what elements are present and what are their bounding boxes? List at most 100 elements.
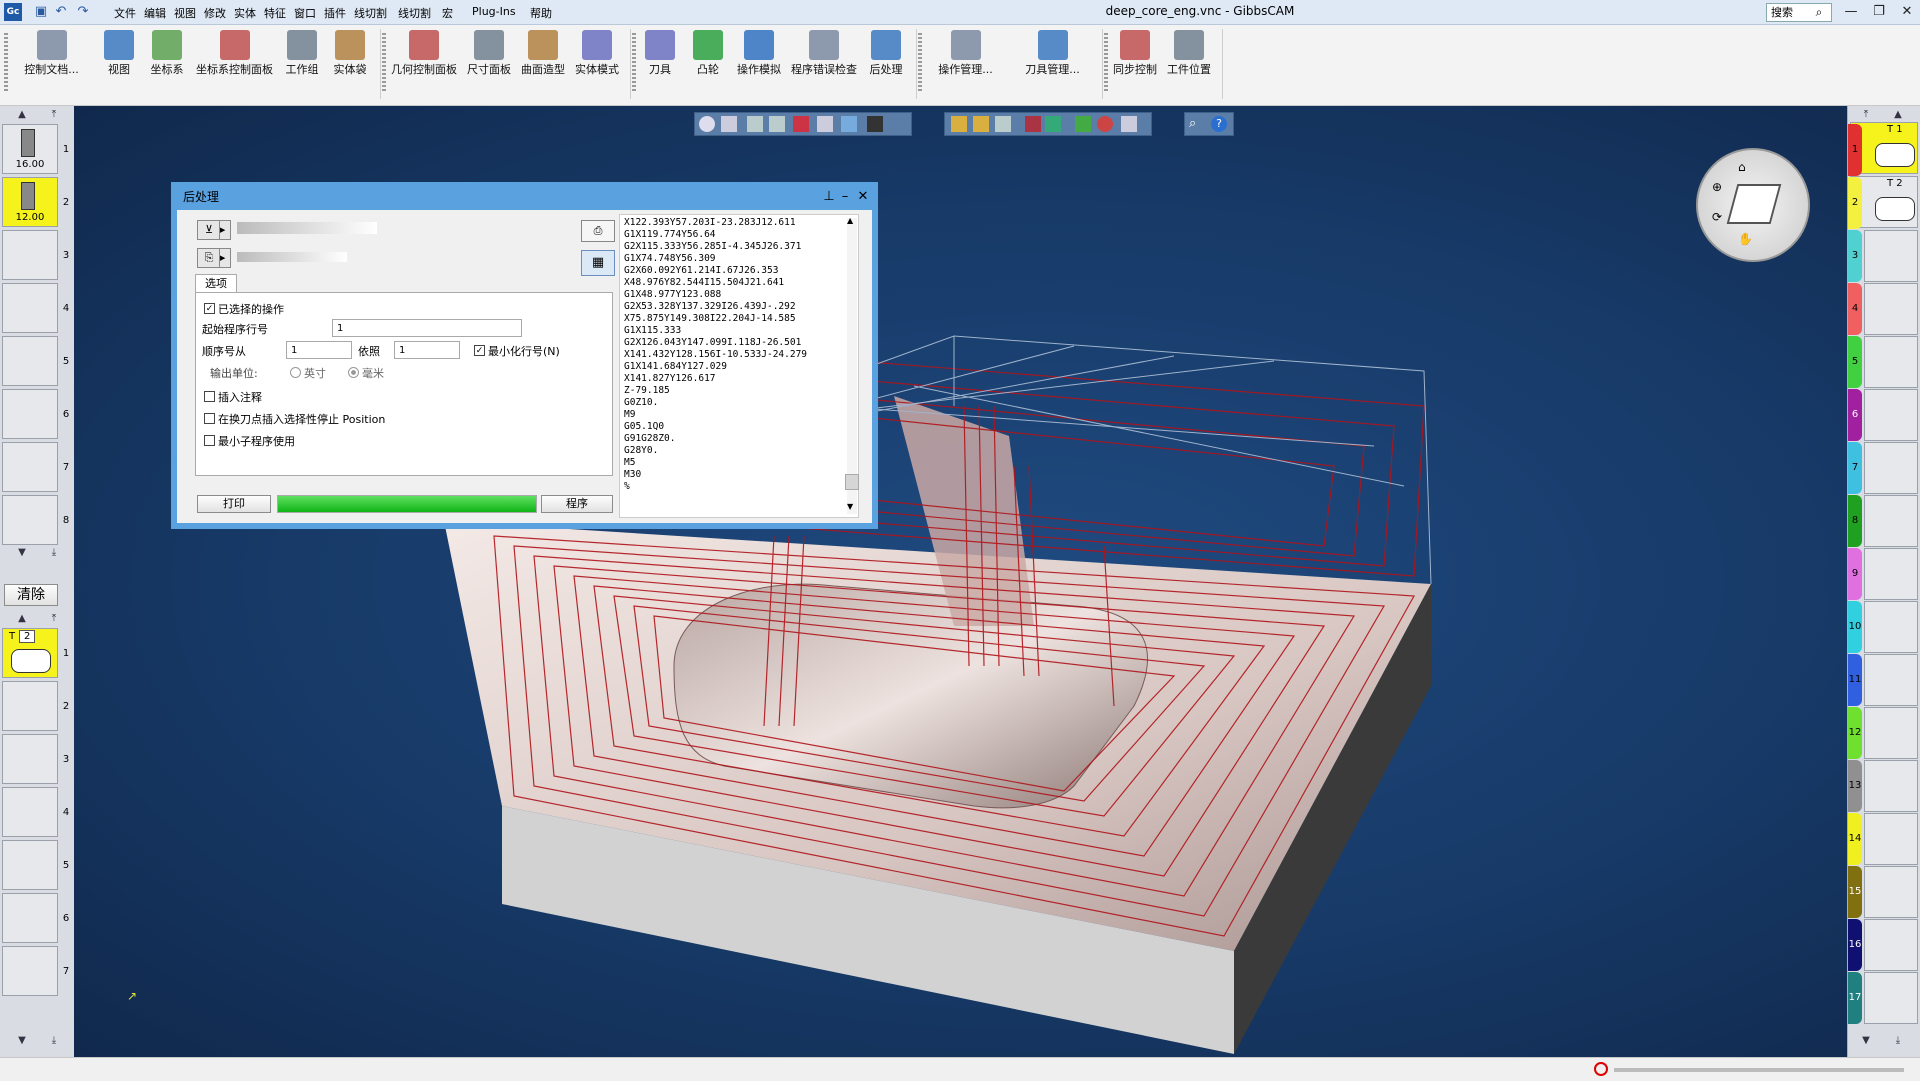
seq-from-input[interactable]: 1: [286, 341, 352, 359]
menu-item-7[interactable]: 窗口: [294, 5, 316, 21]
op-slot-1[interactable]: T 2: [2, 628, 58, 678]
minimize-window-icon[interactable]: —: [1836, 2, 1866, 22]
ribbon-tool-button[interactable]: 刀具: [638, 28, 682, 102]
pin-icon[interactable]: ⊥: [821, 188, 837, 206]
menu-item-4[interactable]: 修改: [204, 5, 226, 21]
tool-tab-4[interactable]: 4: [1848, 283, 1862, 335]
post-file-menu-icon[interactable]: ▶: [219, 220, 231, 240]
nc-scroll-down-icon[interactable]: ▼: [847, 502, 853, 511]
mm-radio[interactable]: [348, 367, 359, 378]
tool-tab-8[interactable]: 8: [1848, 495, 1862, 547]
scroll-bottom-icon[interactable]: ⤓: [40, 546, 68, 560]
tool-tab-15[interactable]: 15: [1848, 866, 1862, 918]
tool-slot-empty[interactable]: [1864, 866, 1918, 918]
tool-tab-6[interactable]: 6: [1848, 389, 1862, 441]
optional-stop-checkbox[interactable]: [204, 413, 215, 424]
tool-slot-empty[interactable]: [1864, 548, 1918, 600]
clear-button[interactable]: 清除: [4, 584, 58, 606]
close-dialog-icon[interactable]: ✕: [855, 188, 871, 206]
inch-radio[interactable]: [290, 367, 301, 378]
print-button[interactable]: 打印: [197, 495, 271, 513]
tool-slot-empty[interactable]: [1864, 972, 1918, 1024]
search-icon[interactable]: ⌕: [1810, 3, 1828, 21]
tool-tab-13[interactable]: 13: [1848, 760, 1862, 812]
tool-tab-7[interactable]: 7: [1848, 442, 1862, 494]
tool-tab-9[interactable]: 9: [1848, 548, 1862, 600]
tool-slot-8[interactable]: [2, 495, 58, 545]
op-slot-7[interactable]: [2, 946, 58, 996]
menu-item-1[interactable]: 文件: [114, 5, 136, 21]
tool-slot-empty[interactable]: [1864, 389, 1918, 441]
tab-options[interactable]: 选项: [195, 274, 237, 293]
nc-scrollbar[interactable]: ▲ ▼: [845, 216, 859, 514]
min-subprogram-checkbox[interactable]: [204, 435, 215, 446]
scroll-down-icon[interactable]: ▼: [8, 546, 36, 560]
ribbon-solid-mode-button[interactable]: 实体模式: [572, 28, 622, 102]
undo-icon[interactable]: ↶: [52, 3, 70, 21]
ribbon-workpiece-button[interactable]: 工件位置: [1164, 28, 1214, 102]
tool-slot-empty[interactable]: [1864, 760, 1918, 812]
ribbon-solids-bag-button[interactable]: 实体袋: [328, 28, 372, 102]
ops-scroll-top-icon[interactable]: ⤒: [40, 612, 68, 626]
tool-slot-empty[interactable]: [1864, 230, 1918, 282]
ribbon-sync-button[interactable]: 同步控制: [1110, 28, 1160, 102]
tool-slot-empty[interactable]: [1864, 654, 1918, 706]
tool-slot-empty[interactable]: [1864, 283, 1918, 335]
op-slot-4[interactable]: [2, 787, 58, 837]
tool-tab-1[interactable]: 1: [1848, 124, 1862, 176]
app-icon[interactable]: Gc: [4, 3, 22, 21]
nc-code-output[interactable]: X122.393Y57.203I-23.283J12.611 G1X119.77…: [619, 214, 859, 518]
ribbon-geometry-panel-button[interactable]: 几何控制面板: [388, 28, 460, 102]
ribbon-check-button[interactable]: 程序错误检查: [788, 28, 860, 102]
ribbon-group-grip[interactable]: [4, 33, 8, 93]
tool-slot-empty[interactable]: [1864, 601, 1918, 653]
tool-slot-empty[interactable]: [1864, 919, 1918, 971]
post-file-icon[interactable]: ⊻: [197, 220, 221, 240]
nc-scroll-thumb[interactable]: [845, 474, 859, 490]
ribbon-group-grip[interactable]: [918, 33, 922, 93]
menu-item-5[interactable]: 实体: [234, 5, 256, 21]
tool-slot-1[interactable]: 16.00: [2, 124, 58, 174]
output-file-menu-icon[interactable]: ▶: [219, 248, 231, 268]
menu-item-2[interactable]: 编辑: [144, 5, 166, 21]
menu-item-8[interactable]: 插件: [324, 5, 346, 21]
minimize-line-checkbox[interactable]: ✓: [474, 345, 485, 356]
output-file-icon[interactable]: ⎘: [197, 248, 221, 268]
right-scroll-top-icon[interactable]: ▲: [1884, 108, 1912, 122]
ribbon-axes-panel-button[interactable]: 坐标系控制面板: [193, 28, 276, 102]
tool-slot-6[interactable]: [2, 389, 58, 439]
minimize-dialog-icon[interactable]: –: [837, 188, 853, 206]
ribbon-axes-button[interactable]: 坐标系: [145, 28, 189, 102]
ops-scroll-up-icon[interactable]: ▲: [8, 612, 36, 626]
right-scroll-bottom-icon[interactable]: ⤓: [1884, 1034, 1912, 1048]
insert-comment-checkbox[interactable]: [204, 391, 215, 402]
tool-slot-empty[interactable]: [1864, 495, 1918, 547]
tool-slot-2[interactable]: 12.00: [2, 177, 58, 227]
menu-item-6[interactable]: 特征: [264, 5, 286, 21]
tool-slot-4[interactable]: [2, 283, 58, 333]
op-slot-5[interactable]: [2, 840, 58, 890]
op-slot-3[interactable]: [2, 734, 58, 784]
tool-slot-5[interactable]: [2, 336, 58, 386]
ribbon-op-manager-button[interactable]: 操作管理...: [924, 28, 1007, 102]
selected-ops-checkbox[interactable]: ✓: [204, 303, 215, 314]
menu-item-3[interactable]: 视图: [174, 5, 196, 21]
ribbon-group-grip[interactable]: [382, 33, 386, 93]
tool-tab-12[interactable]: 12: [1848, 707, 1862, 759]
program-button[interactable]: 程序: [541, 495, 613, 513]
editor-icon[interactable]: ▦: [581, 250, 615, 276]
ribbon-surface-button[interactable]: 曲面造型: [518, 28, 568, 102]
menu-item-12[interactable]: Plug-Ins: [472, 5, 516, 18]
tool-slot-7[interactable]: [2, 442, 58, 492]
tool-slot-3[interactable]: [2, 230, 58, 280]
by-input[interactable]: 1: [394, 341, 460, 359]
tool-tab-5[interactable]: 5: [1848, 336, 1862, 388]
start-line-input[interactable]: 1: [332, 319, 522, 337]
right-scroll-up-icon[interactable]: ⤒: [1852, 108, 1880, 122]
op-slot-6[interactable]: [2, 893, 58, 943]
ribbon-group-grip[interactable]: [1104, 33, 1108, 93]
tool-slot-empty[interactable]: [1864, 707, 1918, 759]
ribbon-tool-manager-button[interactable]: 刀具管理...: [1011, 28, 1094, 102]
tool-tab-3[interactable]: 3: [1848, 230, 1862, 282]
nc-scroll-up-icon[interactable]: ▲: [847, 216, 853, 225]
